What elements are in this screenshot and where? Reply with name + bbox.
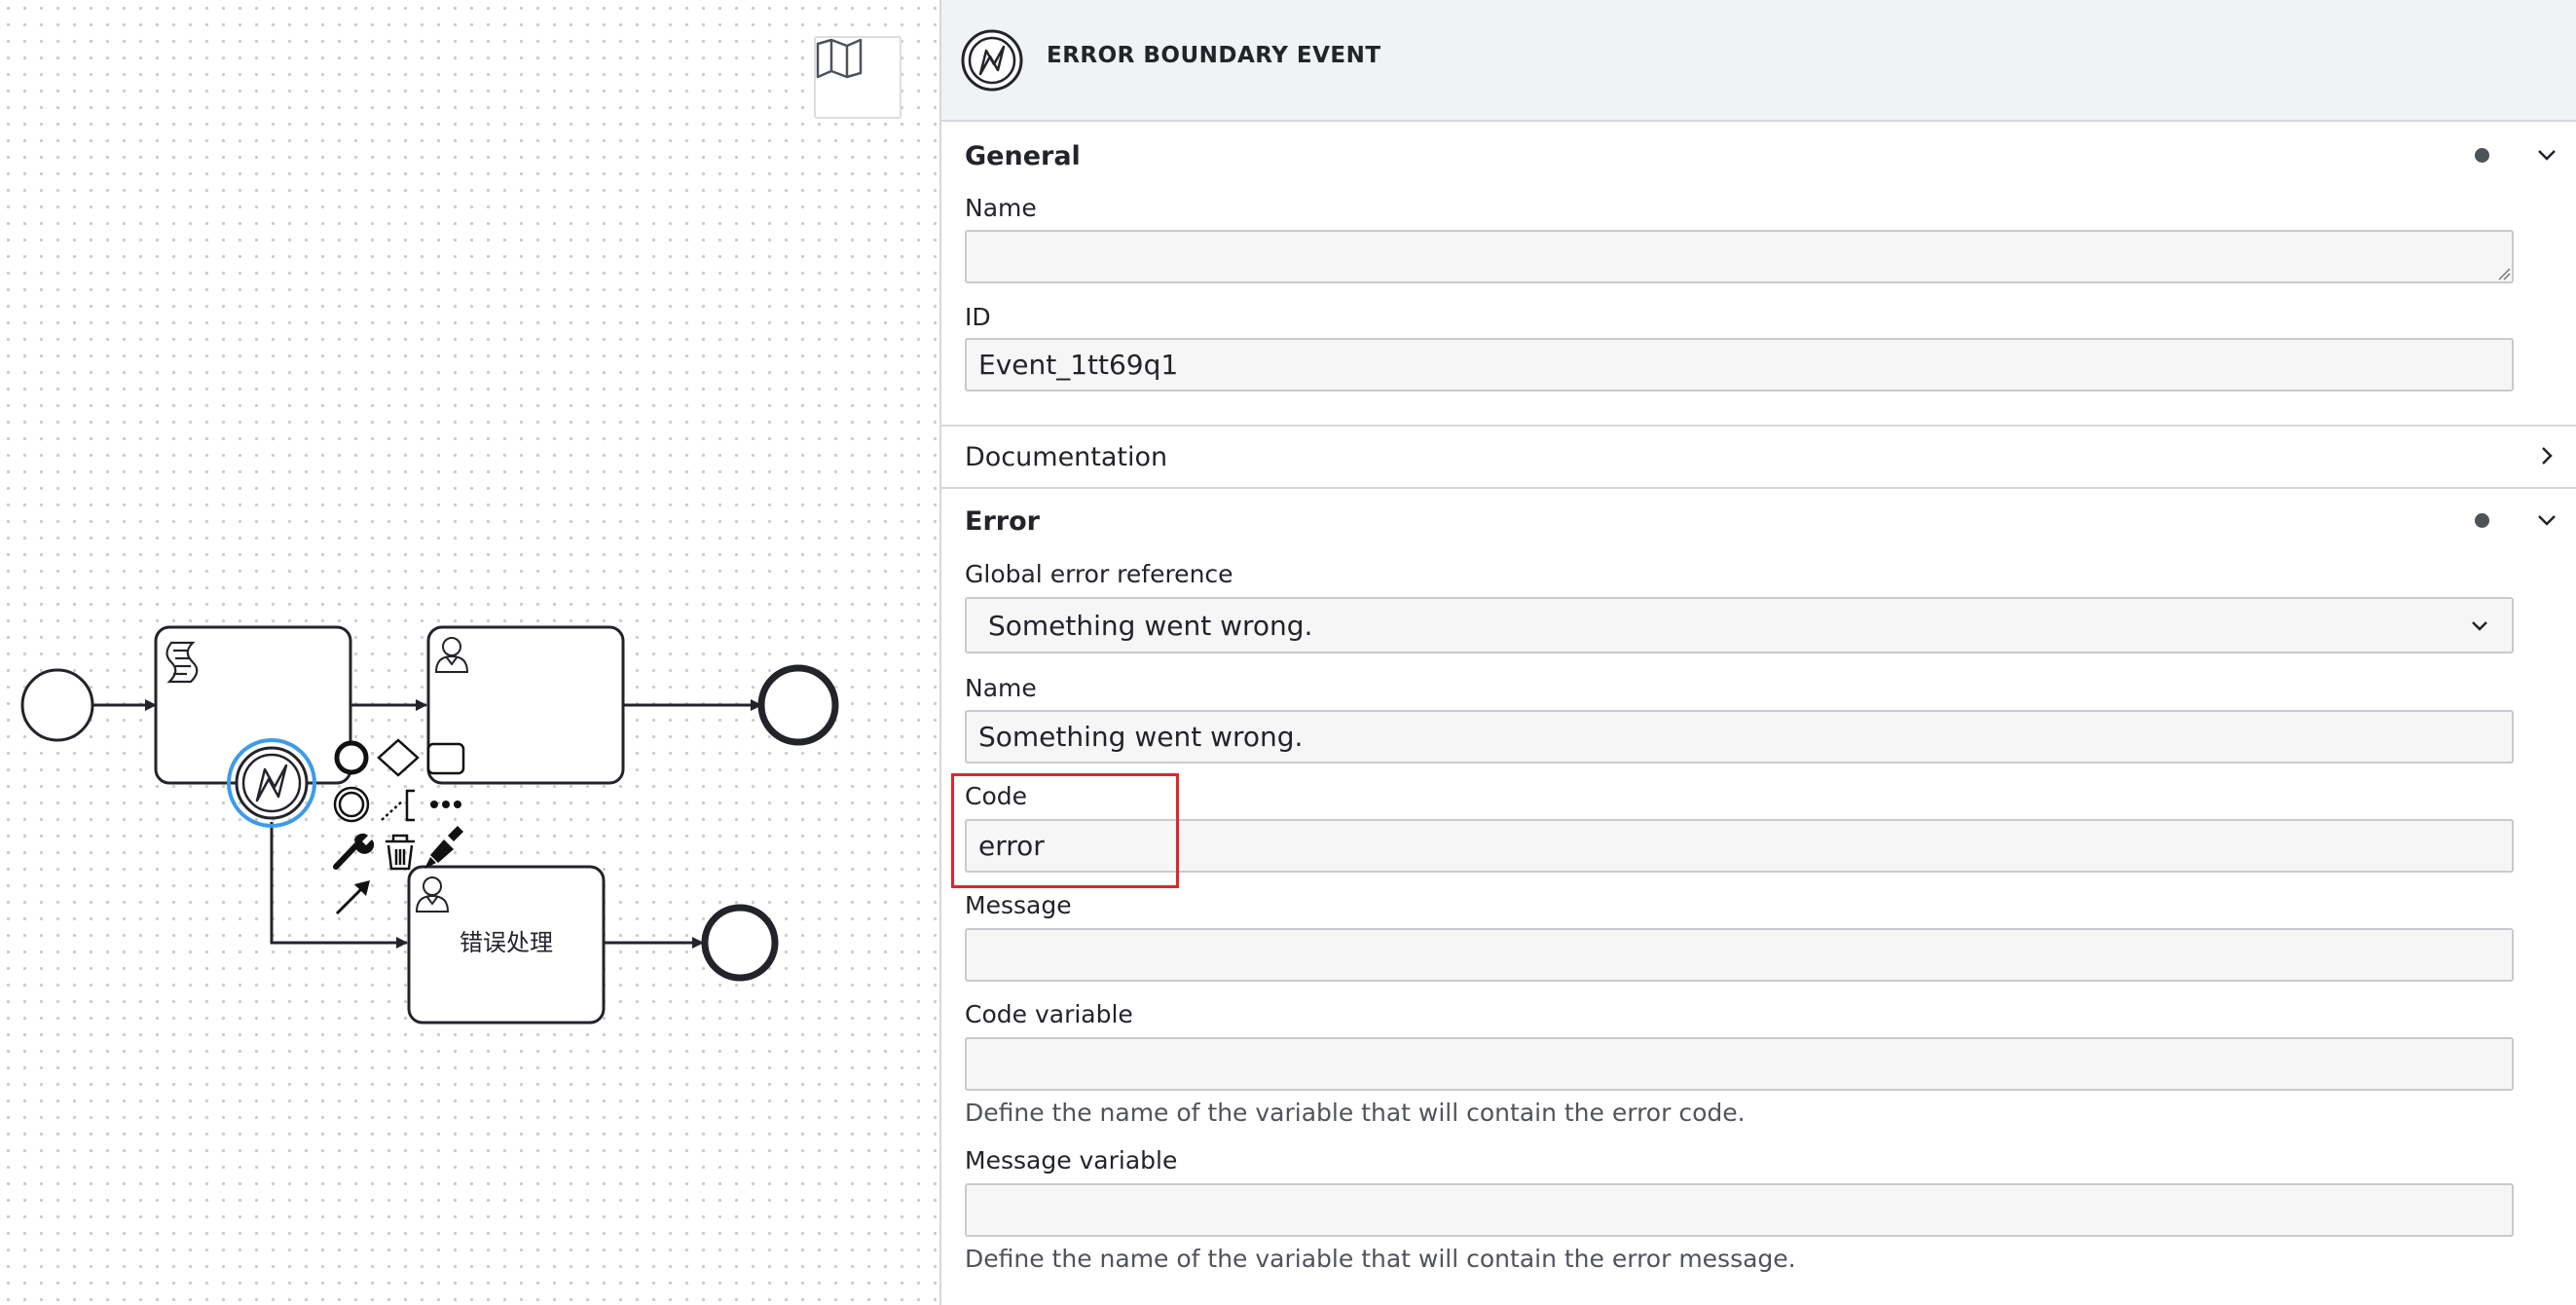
id-field[interactable]: Event_1tt69q1	[965, 338, 2514, 392]
chevron-right-icon[interactable]	[2533, 442, 2560, 469]
task-icon[interactable]	[426, 742, 465, 775]
global-error-reference-select[interactable]: Something went wrong.	[965, 597, 2514, 653]
name-textarea[interactable]	[965, 230, 2514, 283]
resize-handle-icon[interactable]	[2497, 267, 2511, 280]
chevron-down-icon[interactable]	[2533, 506, 2560, 534]
selected-value: Something went wrong.	[988, 609, 1313, 642]
properties-panel: ERROR BOUNDARY EVENT General Name ID Eve…	[939, 0, 2576, 1305]
minimap-toggle-button[interactable]	[814, 36, 902, 119]
code-field[interactable]: error	[965, 819, 2514, 873]
message-variable-label: Message variable	[965, 1146, 1178, 1174]
end-event[interactable]	[701, 904, 779, 982]
wrench-icon[interactable]	[333, 833, 375, 870]
code-variable-field[interactable]	[965, 1037, 2514, 1091]
message-field[interactable]	[965, 928, 2514, 982]
message-variable-hint: Define the name of the variable that wil…	[965, 1245, 1796, 1273]
chevron-down-icon	[2472, 621, 2487, 631]
group-title: General	[965, 141, 1081, 171]
panel-title: ERROR BOUNDARY EVENT	[1047, 43, 1381, 68]
error-name-label: Name	[965, 674, 1037, 702]
gateway-icon[interactable]	[377, 738, 420, 777]
intermediate-event-icon[interactable]	[333, 786, 370, 823]
text-annotation-icon[interactable]	[381, 789, 415, 822]
data-indicator-dot	[2475, 513, 2489, 528]
task-label: 错误处理	[460, 929, 553, 956]
error-group-header[interactable]: Error	[941, 489, 2576, 551]
message-label: Message	[965, 891, 1072, 919]
group-title: Error	[965, 506, 1040, 537]
error-name-field[interactable]: Something went wrong.	[965, 710, 2514, 764]
chevron-down-icon[interactable]	[2533, 141, 2560, 168]
more-icon[interactable]	[430, 801, 461, 808]
code-variable-hint: Define the name of the variable that wil…	[965, 1099, 1746, 1127]
trash-icon[interactable]	[386, 834, 415, 871]
documentation-group-header[interactable]: Documentation	[941, 427, 2576, 489]
data-indicator-dot	[2475, 148, 2489, 163]
map-icon	[816, 38, 863, 79]
end-event[interactable]	[757, 664, 839, 746]
message-variable-field[interactable]	[965, 1183, 2514, 1237]
group-title: Documentation	[965, 442, 1168, 472]
error-event-icon	[961, 29, 1023, 92]
general-group-header[interactable]: General	[941, 124, 2576, 186]
id-label: ID	[965, 303, 991, 331]
paint-bucket-icon[interactable]	[424, 826, 463, 869]
code-label: Code	[965, 782, 1028, 810]
code-variable-label: Code variable	[965, 1000, 1133, 1028]
start-event[interactable]	[20, 668, 94, 742]
global-error-reference-label: Global error reference	[965, 560, 1233, 588]
name-label: Name	[965, 194, 1037, 222]
connect-arrow-icon[interactable]	[335, 880, 370, 915]
bpmn-diagram: 错误处理	[20, 625, 839, 1025]
panel-header: ERROR BOUNDARY EVENT	[941, 0, 2576, 122]
end-event-icon[interactable]	[334, 740, 369, 775]
error-boundary-event[interactable]	[227, 738, 316, 828]
diagram-canvas[interactable]: 错误处理	[0, 0, 939, 1305]
